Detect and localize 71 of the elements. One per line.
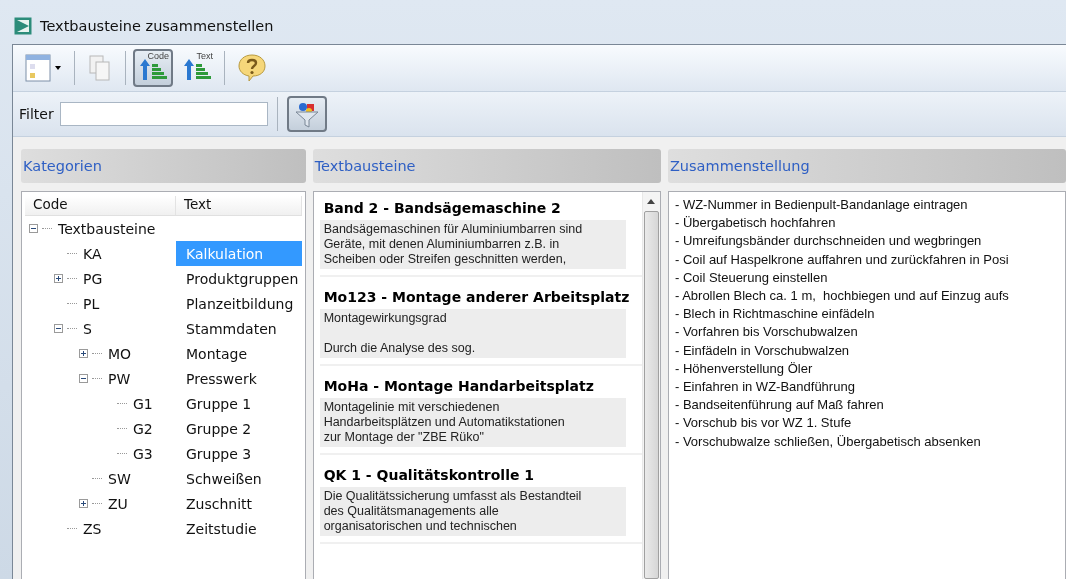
tree-node-text[interactable]: Gruppe 3 [176, 441, 302, 466]
text-line: - Höhenverstellung Öler [674, 359, 814, 378]
scroll-thumb[interactable] [643, 211, 659, 579]
card-text: Die Qualitätssicherung umfasst als Bestandteil des Qualitätsmanagements alle organisatorischen und technischen [319, 487, 626, 536]
tree-node-text[interactable]: Produktgruppen [176, 266, 302, 291]
text-line: - Abrollen Blech ca. 1 m, hochbiegen und auf Einzug aufs [674, 287, 1010, 305]
card-text: Montagelinie mit verschiedenen Handarbeitsplätzen und Automatikstationen zur Montage der "ZBE Rüko" [319, 398, 626, 447]
tree-node-text[interactable]: Presswerk [176, 366, 302, 391]
expand-icon[interactable] [54, 274, 63, 283]
text-line: - Umreifungsbänder durchschneiden und wegbringen [674, 232, 983, 251]
text-line: - Coil Steuerung einstellen [674, 268, 829, 287]
card-text: Bandsägemaschinen für Aluminiumbarren sind Geräte, mit denen Aluminiumbarren z.B. in Scheiben oder Streifen geschnitten werden, [319, 220, 626, 269]
filter-label: Filter [19, 106, 54, 122]
text-line: - Coil auf Haspelkrone auffahren und zurückfahren in Posi [674, 250, 1010, 269]
collapse-icon[interactable] [79, 374, 88, 383]
tree-node-text[interactable]: Gruppe 1 [176, 391, 302, 416]
tree-node-text[interactable]: Montage [176, 341, 302, 366]
tree-node-code[interactable]: ZU [108, 495, 128, 512]
tree-node-text[interactable]: Zuschnitt [176, 491, 302, 516]
window-title: Textbausteine zusammenstellen [40, 18, 274, 34]
card-title[interactable]: MoHa - Montage Handarbeitsplatz [319, 374, 642, 394]
funnel-icon [293, 100, 320, 128]
tree-node-code[interactable]: ZS [83, 520, 102, 537]
sort-button[interactable]: Text [177, 49, 217, 87]
text-line: - Vorfahren bis Vorschubwalzen [674, 323, 859, 342]
copy-icon [88, 54, 112, 82]
text-line: - Blech in Richtmaschine einfädeln [674, 305, 876, 324]
sort-button[interactable]: Code [133, 49, 173, 87]
document-list-icon [24, 53, 62, 83]
column-header[interactable]: Code [25, 196, 176, 215]
scroll-up-icon[interactable] [647, 199, 656, 204]
filter-button[interactable] [286, 96, 327, 132]
text-line: - Bandseitenführung auf Maß fahren [674, 396, 885, 415]
text-line: - Vorschubwalze schließen, Übergabetisch absenken [674, 432, 982, 451]
column-header[interactable]: Text [176, 196, 302, 215]
tree-node-code[interactable]: Textbausteine [58, 220, 156, 237]
card-text: Montagewirkungsgrad Durch die Analyse des sog. [319, 309, 626, 358]
tree-node-code[interactable]: PW [108, 370, 131, 387]
collapse-icon[interactable] [29, 224, 38, 233]
tree-node-code[interactable]: G1 [133, 395, 153, 412]
tree-node-code[interactable]: SW [108, 470, 131, 487]
window-icon [14, 17, 32, 35]
card-title[interactable]: Mo123 - Montage anderer Arbeitsplatz [319, 285, 642, 305]
text-line: - Einfahren in WZ-Bandführung [674, 378, 856, 397]
tree-node-text[interactable]: Stammdaten [176, 316, 302, 341]
card-title[interactable]: Band 2 - Bandsägemaschine 2 [319, 196, 642, 216]
panel-header: Zusammenstellung [667, 149, 1066, 183]
text-line: - Vorschub bis vor WZ 1. Stufe [674, 414, 853, 433]
tree-node-code[interactable]: PG [83, 270, 103, 287]
text-line: - Einfädeln in Vorschubwalzen [674, 341, 851, 360]
panel-header: Textbausteine [312, 149, 661, 183]
tree-node-text[interactable]: Zeitstudie [176, 516, 302, 541]
panel-header: Kategorien [21, 149, 306, 183]
filter-field[interactable] [59, 102, 268, 126]
tree-node-text[interactable]: Gruppe 2 [176, 416, 302, 441]
help-icon [237, 53, 267, 83]
tree-node-code[interactable]: KA [83, 245, 102, 262]
tree-node-text[interactable]: Schweißen [176, 466, 302, 491]
expand-icon[interactable] [79, 349, 88, 358]
scrollbar[interactable] [641, 192, 660, 579]
tree-node-code[interactable]: MO [108, 345, 132, 362]
tree-node-code[interactable]: G2 [133, 420, 153, 437]
text-line: - WZ-Nummer in Bedienpult-Bandanlage eintragen [674, 196, 969, 214]
tree-node-code[interactable]: G3 [133, 445, 153, 462]
expand-icon[interactable] [79, 499, 88, 508]
card-title[interactable]: QK 1 - Qualitätskontrolle 1 [319, 463, 642, 483]
tree-node-code[interactable]: PL [83, 295, 100, 312]
collapse-icon[interactable] [54, 324, 63, 333]
tree-node-text[interactable]: Planzeitbildung [176, 291, 302, 316]
text-line: - Übergabetisch hochfahren [674, 214, 837, 233]
tree-node-code[interactable]: S [83, 320, 92, 337]
